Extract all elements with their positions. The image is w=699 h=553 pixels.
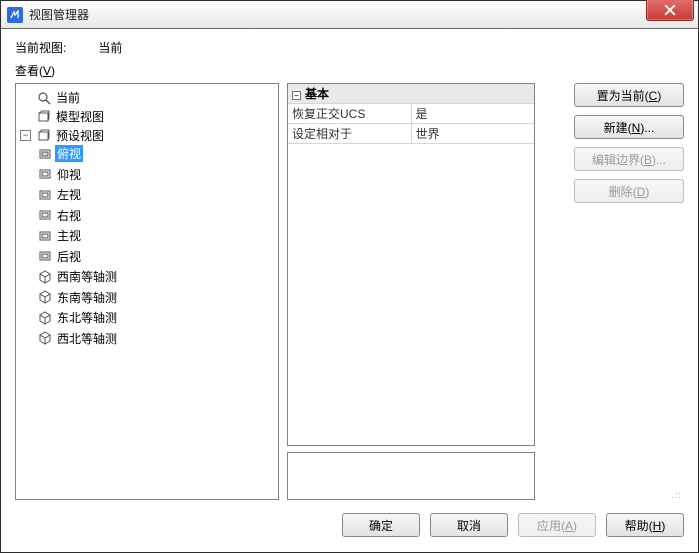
ortho-icon <box>38 229 52 243</box>
tree-node-back-view[interactable]: 后视 <box>38 248 83 265</box>
new-button[interactable]: 新建(N)... <box>574 115 684 139</box>
window-title: 视图管理器 <box>29 6 89 23</box>
tree-panel[interactable]: 当前 模型视图 − <box>15 83 279 500</box>
bottom-button-bar: 确定 取消 应用(A) 帮助(H) <box>1 508 698 552</box>
current-view-value: 当前 <box>98 39 122 56</box>
ortho-icon <box>38 249 52 263</box>
iso-icon <box>38 270 52 284</box>
cancel-button[interactable]: 取消 <box>430 513 508 537</box>
current-view-row: 当前视图: 当前 <box>15 39 684 56</box>
side-button-column: 置为当前(C) 新建(N)... 编辑边界(B)... 删除(D) .:: <box>543 83 684 500</box>
property-key: 恢复正交UCS <box>288 104 411 124</box>
property-row[interactable]: 设定相对于 世界 <box>288 124 534 144</box>
tree-node-right-view[interactable]: 右视 <box>38 207 83 224</box>
tree-spacer <box>20 111 31 122</box>
client-area: 当前视图: 当前 查看(V) 当前 <box>1 29 698 552</box>
tree-spacer <box>20 92 31 103</box>
set-current-button[interactable]: 置为当前(C) <box>574 83 684 107</box>
ortho-icon <box>38 147 52 161</box>
property-column: −基本 恢复正交UCS 是 设定相对于 世界 <box>287 83 535 500</box>
property-value[interactable]: 是 <box>411 104 534 124</box>
ortho-icon <box>38 167 52 181</box>
current-view-label: 当前视图: <box>15 39 66 56</box>
tree-node-nw-iso[interactable]: 西北等轴测 <box>38 330 119 347</box>
tree-node-ne-iso[interactable]: 东北等轴测 <box>38 309 119 326</box>
help-button[interactable]: 帮助(H) <box>606 513 684 537</box>
property-category-row[interactable]: −基本 <box>288 84 534 104</box>
apply-button: 应用(A) <box>518 513 596 537</box>
tree-node-top-view[interactable]: 俯视 <box>38 145 83 162</box>
close-button[interactable] <box>646 0 694 21</box>
delete-button: 删除(D) <box>574 179 684 203</box>
main-area: 当前 模型视图 − <box>1 83 698 508</box>
box-icon <box>37 110 51 124</box>
header-area: 当前视图: 当前 查看(V) <box>1 29 698 83</box>
view-tree[interactable]: 当前 模型视图 − <box>18 88 276 350</box>
ortho-icon <box>38 188 52 202</box>
app-icon <box>7 7 23 23</box>
box-icon <box>37 129 51 143</box>
titlebar[interactable]: 视图管理器 <box>1 1 698 29</box>
ok-button[interactable]: 确定 <box>342 513 420 537</box>
iso-icon <box>38 290 52 304</box>
tree-node-front-view[interactable]: 主视 <box>38 227 83 244</box>
tree-node-left-view[interactable]: 左视 <box>38 186 83 203</box>
tree-node-preset-views[interactable]: − 预设视图 <box>20 127 106 144</box>
tree-node-sw-iso[interactable]: 西南等轴测 <box>38 268 119 285</box>
tree-collapse-toggle[interactable]: − <box>20 130 31 141</box>
lens-icon <box>37 91 51 105</box>
property-row[interactable]: 恢复正交UCS 是 <box>288 104 534 124</box>
property-value[interactable]: 世界 <box>411 124 534 144</box>
property-key: 设定相对于 <box>288 124 411 144</box>
iso-icon <box>38 311 52 325</box>
property-description-box <box>287 452 535 500</box>
tree-node-model-views[interactable]: 模型视图 <box>20 108 106 125</box>
property-grid[interactable]: −基本 恢复正交UCS 是 设定相对于 世界 <box>287 83 535 446</box>
resize-grip-icon[interactable]: .:: <box>671 490 684 500</box>
iso-icon <box>38 331 52 345</box>
category-collapse-toggle[interactable]: − <box>292 91 301 100</box>
dialog-window: 视图管理器 当前视图: 当前 查看(V) <box>0 0 699 553</box>
tree-node-current[interactable]: 当前 <box>20 89 82 106</box>
ortho-icon <box>38 208 52 222</box>
look-menu[interactable]: 查看(V) <box>15 64 55 78</box>
tree-node-se-iso[interactable]: 东南等轴测 <box>38 289 119 306</box>
tree-node-bottom-view[interactable]: 仰视 <box>38 166 83 183</box>
edit-boundary-button: 编辑边界(B)... <box>574 147 684 171</box>
